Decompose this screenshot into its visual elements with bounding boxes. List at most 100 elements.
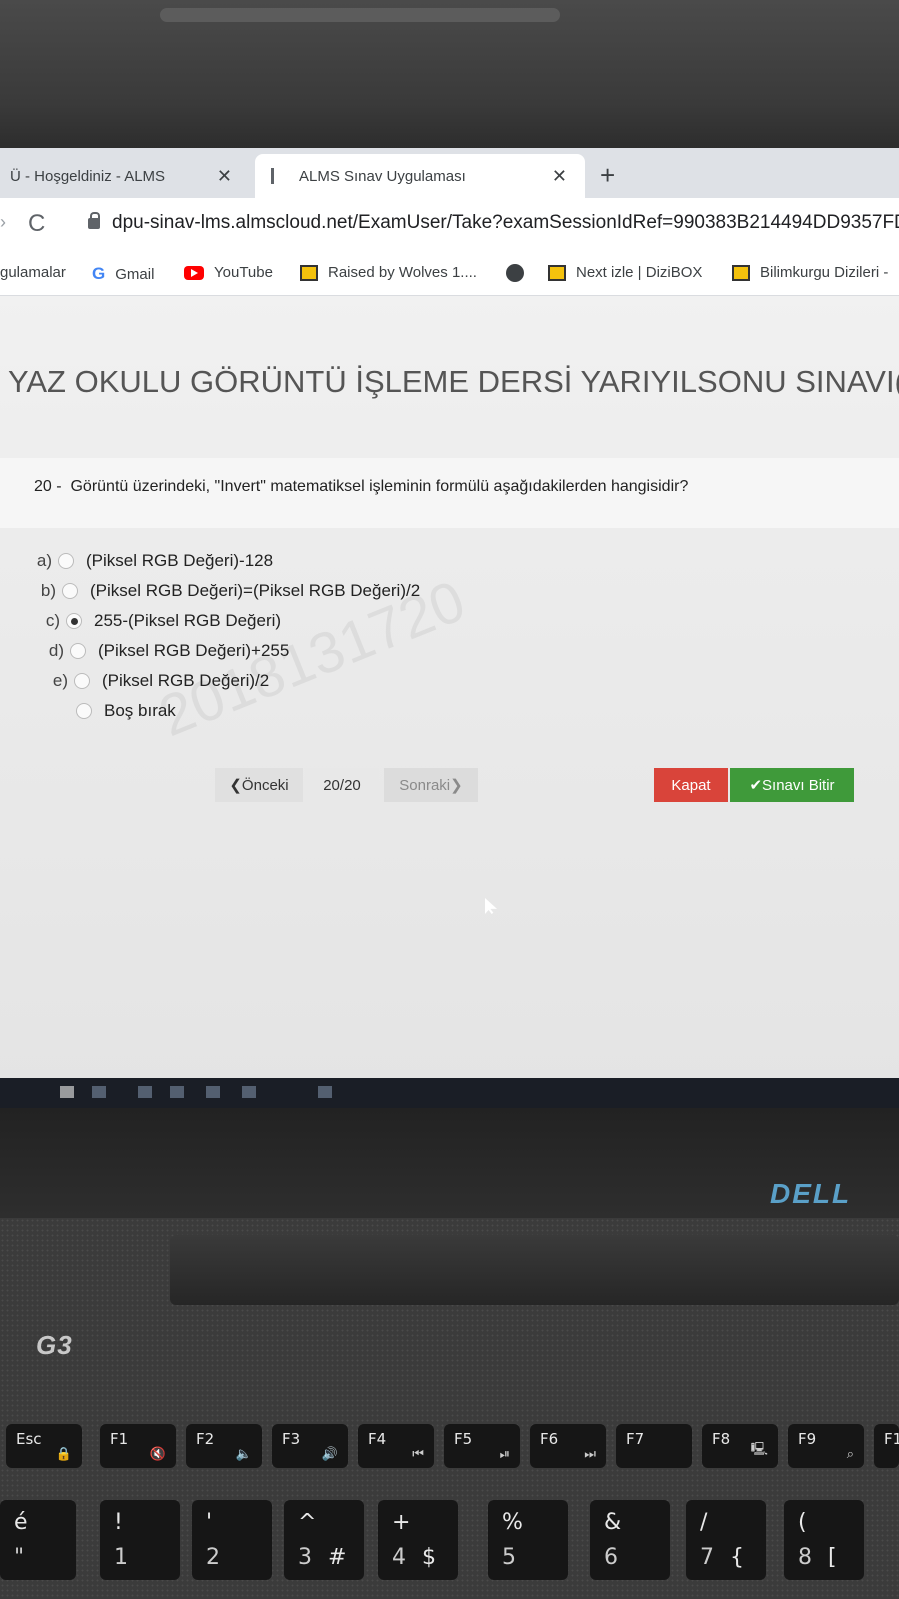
laptop-screen: Ü - Hoşgeldiniz - ALMS ✕ ALMS Sınav Uygu… bbox=[0, 148, 899, 1108]
key-2[interactable]: ' 2 bbox=[192, 1500, 272, 1580]
volume-up-icon: 🔊 bbox=[321, 1447, 338, 1462]
key-e-acute[interactable]: é " bbox=[0, 1500, 76, 1580]
key-4[interactable]: + 4 $ bbox=[378, 1500, 458, 1580]
g3-logo: G3 bbox=[36, 1330, 73, 1360]
option-b[interactable]: b) (Piksel RGB Değeri)=(Piksel RGB Değer… bbox=[34, 576, 420, 606]
file-explorer-icon[interactable] bbox=[170, 1086, 184, 1098]
lock-icon: 🔒 bbox=[55, 1447, 72, 1462]
radio-button-selected[interactable] bbox=[66, 613, 82, 629]
key-f7[interactable]: F7 bbox=[616, 1424, 692, 1468]
key-5[interactable]: % 5 bbox=[488, 1500, 568, 1580]
option-letter: a) bbox=[36, 551, 52, 570]
bookmark-gmail[interactable]: G Gmail bbox=[92, 264, 154, 284]
radio-button[interactable] bbox=[58, 553, 74, 569]
close-button[interactable]: Kapat bbox=[654, 768, 728, 802]
next-track-icon: ⏭ bbox=[584, 1447, 596, 1462]
next-button[interactable]: Sonraki❯ bbox=[384, 768, 478, 802]
favicon-icon bbox=[271, 168, 285, 184]
radio-button[interactable] bbox=[74, 673, 90, 689]
back-arrow-icon[interactable]: › bbox=[0, 212, 6, 233]
windows-start-icon[interactable] bbox=[60, 1086, 74, 1098]
radio-button[interactable] bbox=[62, 583, 78, 599]
key-1[interactable]: ! 1 bbox=[100, 1500, 180, 1580]
tv-icon bbox=[300, 264, 318, 281]
option-leave-blank[interactable]: Boş bırak bbox=[48, 696, 434, 726]
option-text: (Piksel RGB Değeri)=(Piksel RGB Değeri)/… bbox=[90, 581, 421, 600]
exam-title: YAZ OKULU GÖRÜNTÜ İŞLEME DERSİ YARIYILSO… bbox=[8, 364, 899, 399]
key-f3[interactable]: F3 🔊 bbox=[272, 1424, 348, 1468]
bookmark-label: Gmail bbox=[115, 265, 155, 283]
key-f9[interactable]: F9 ⌕ bbox=[788, 1424, 864, 1468]
volume-down-icon: 🔈 bbox=[235, 1447, 252, 1462]
new-tab-icon[interactable]: + bbox=[600, 160, 615, 191]
key-3[interactable]: ^ 3 # bbox=[284, 1500, 364, 1580]
option-text: (Piksel RGB Değeri)-128 bbox=[86, 551, 274, 570]
close-icon[interactable]: ✕ bbox=[552, 166, 567, 187]
key-f5[interactable]: F5 ⏯ bbox=[444, 1424, 520, 1468]
key-8[interactable]: ( 8 [ bbox=[784, 1500, 864, 1580]
option-e[interactable]: e) (Piksel RGB Değeri)/2 bbox=[46, 666, 432, 696]
play-pause-icon: ⏯ bbox=[499, 1447, 510, 1462]
browser-tab-bar: Ü - Hoşgeldiniz - ALMS ✕ ALMS Sınav Uygu… bbox=[0, 148, 899, 198]
youtube-icon bbox=[184, 265, 204, 280]
edge-icon[interactable] bbox=[206, 1086, 220, 1098]
radio-button[interactable] bbox=[70, 643, 86, 659]
bookmark-bilimkurgu[interactable]: Bilimkurgu Dizileri - bbox=[732, 264, 888, 281]
taskbar-app-icon[interactable] bbox=[318, 1086, 332, 1098]
previous-button[interactable]: ❮Önceki bbox=[215, 768, 303, 802]
bookmark-label: Bilimkurgu Dizileri - bbox=[760, 264, 889, 281]
question-number: 20 - bbox=[34, 478, 62, 495]
bookmark-uygulamalar[interactable]: gulamalar bbox=[0, 264, 66, 281]
google-icon: G bbox=[92, 264, 106, 283]
close-icon[interactable]: ✕ bbox=[217, 166, 232, 187]
key-f4[interactable]: F4 ⏮ bbox=[358, 1424, 434, 1468]
key-f10[interactable]: F1 bbox=[874, 1424, 899, 1468]
mute-icon: 🔇 bbox=[149, 1447, 166, 1462]
tab-label: ALMS Sınav Uygulaması bbox=[299, 167, 466, 185]
key-esc[interactable]: Esc 🔒 bbox=[6, 1424, 82, 1468]
previous-track-icon: ⏮ bbox=[412, 1447, 424, 1462]
browser-toolbar: › C dpu-sinav-lms.almscloud.net/ExamUser… bbox=[0, 198, 899, 252]
key-f6[interactable]: F6 ⏭ bbox=[530, 1424, 606, 1468]
taskbar-app-icon[interactable] bbox=[242, 1086, 256, 1098]
bookmark-label: YouTube bbox=[214, 264, 273, 281]
tab-hosgeldiniz[interactable]: Ü - Hoşgeldiniz - ALMS ✕ bbox=[0, 154, 250, 198]
tab-alms-sinav[interactable]: ALMS Sınav Uygulaması ✕ bbox=[255, 154, 585, 198]
key-f8[interactable]: F8 🖳 bbox=[702, 1424, 778, 1468]
option-text: Boş bırak bbox=[104, 701, 176, 720]
bookmark-youtube[interactable]: YouTube bbox=[184, 264, 273, 281]
bookmark-label: Raised by Wolves 1.... bbox=[328, 264, 477, 281]
bookmark-label: Next izle | DiziBOX bbox=[576, 264, 703, 281]
option-text: 255-(Piksel RGB Değeri) bbox=[94, 611, 282, 630]
key-f2[interactable]: F2 🔈 bbox=[186, 1424, 262, 1468]
bookmark-raised-by-wolves[interactable]: Raised by Wolves 1.... bbox=[300, 264, 477, 281]
tv-icon bbox=[732, 264, 750, 281]
option-c[interactable]: c) 255-(Piksel RGB Değeri) bbox=[38, 606, 424, 636]
key-6[interactable]: & 6 bbox=[590, 1500, 670, 1580]
laptop-bottom-bezel bbox=[0, 1108, 899, 1218]
reload-icon[interactable]: C bbox=[28, 210, 45, 238]
bookmarks-bar: gulamalar G Gmail YouTube Raised by Wolv… bbox=[0, 252, 899, 296]
address-bar[interactable]: dpu-sinav-lms.almscloud.net/ExamUser/Tak… bbox=[112, 212, 899, 234]
mouse-cursor-icon bbox=[485, 898, 497, 914]
bookmark-dizibox[interactable]: Next izle | DiziBOX bbox=[548, 264, 702, 281]
finish-exam-button[interactable]: ✔Sınavı Bitir bbox=[730, 768, 854, 802]
dell-logo: DELL bbox=[770, 1178, 852, 1209]
question-counter: 20/20 bbox=[305, 768, 379, 802]
globe-icon bbox=[506, 264, 524, 282]
laptop-top-bezel bbox=[0, 0, 899, 148]
option-letter: e) bbox=[52, 671, 68, 690]
option-text: (Piksel RGB Değeri)/2 bbox=[102, 671, 270, 690]
key-f1[interactable]: F1 🔇 bbox=[100, 1424, 176, 1468]
option-a[interactable]: a) (Piksel RGB Değeri)-128 bbox=[30, 546, 416, 576]
task-view-icon[interactable] bbox=[92, 1086, 106, 1098]
option-text: (Piksel RGB Değeri)+255 bbox=[98, 641, 290, 660]
key-7[interactable]: / 7 { bbox=[686, 1500, 766, 1580]
webcam-strip bbox=[160, 8, 560, 22]
option-d[interactable]: d) (Piksel RGB Değeri)+255 bbox=[42, 636, 428, 666]
answer-options: a) (Piksel RGB Değeri)-128 b) (Piksel RG… bbox=[30, 546, 420, 726]
radio-button[interactable] bbox=[76, 703, 92, 719]
bookmark-label: gulamalar bbox=[0, 264, 66, 281]
bookmark-globe[interactable] bbox=[506, 264, 534, 282]
taskbar-app-icon[interactable] bbox=[138, 1086, 152, 1098]
